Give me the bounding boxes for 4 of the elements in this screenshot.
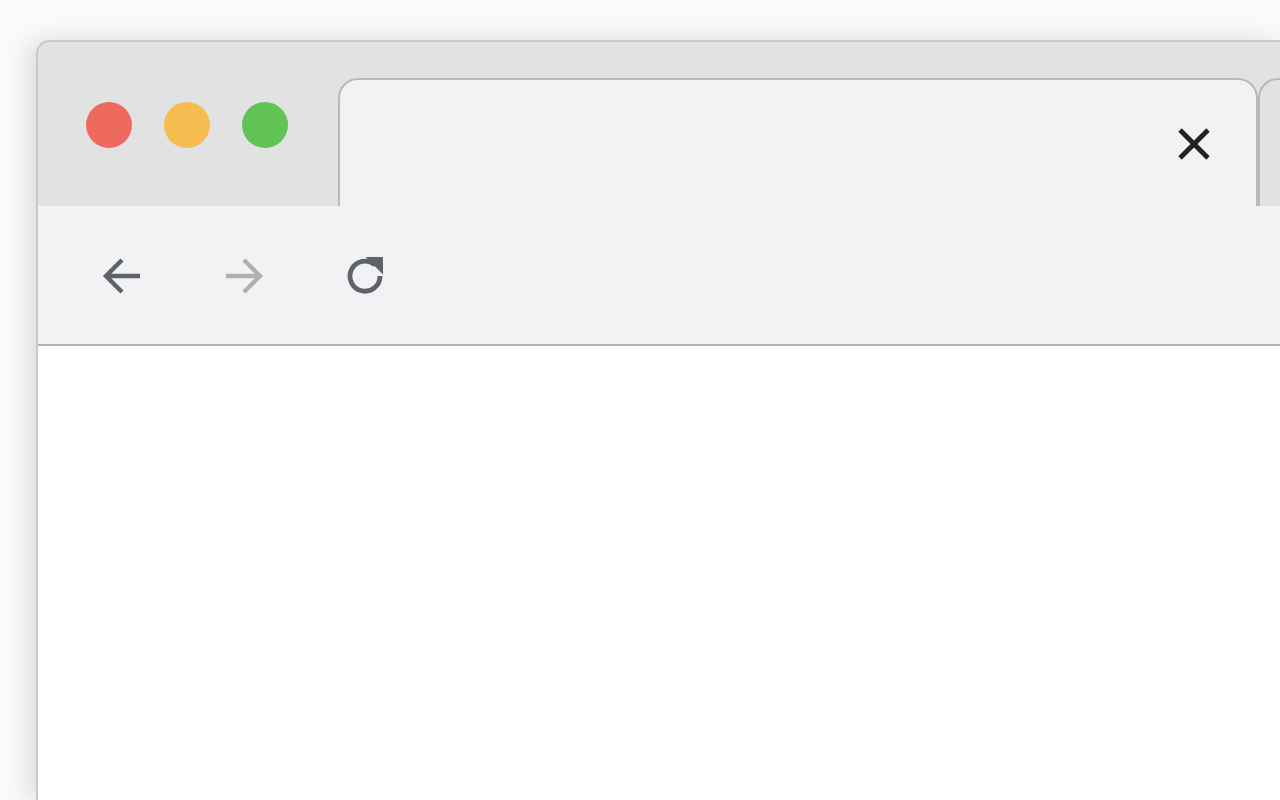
maximize-window-button[interactable] — [242, 102, 288, 148]
minimize-window-button[interactable] — [164, 102, 210, 148]
close-icon[interactable] — [1176, 125, 1212, 161]
close-window-button[interactable] — [86, 102, 132, 148]
